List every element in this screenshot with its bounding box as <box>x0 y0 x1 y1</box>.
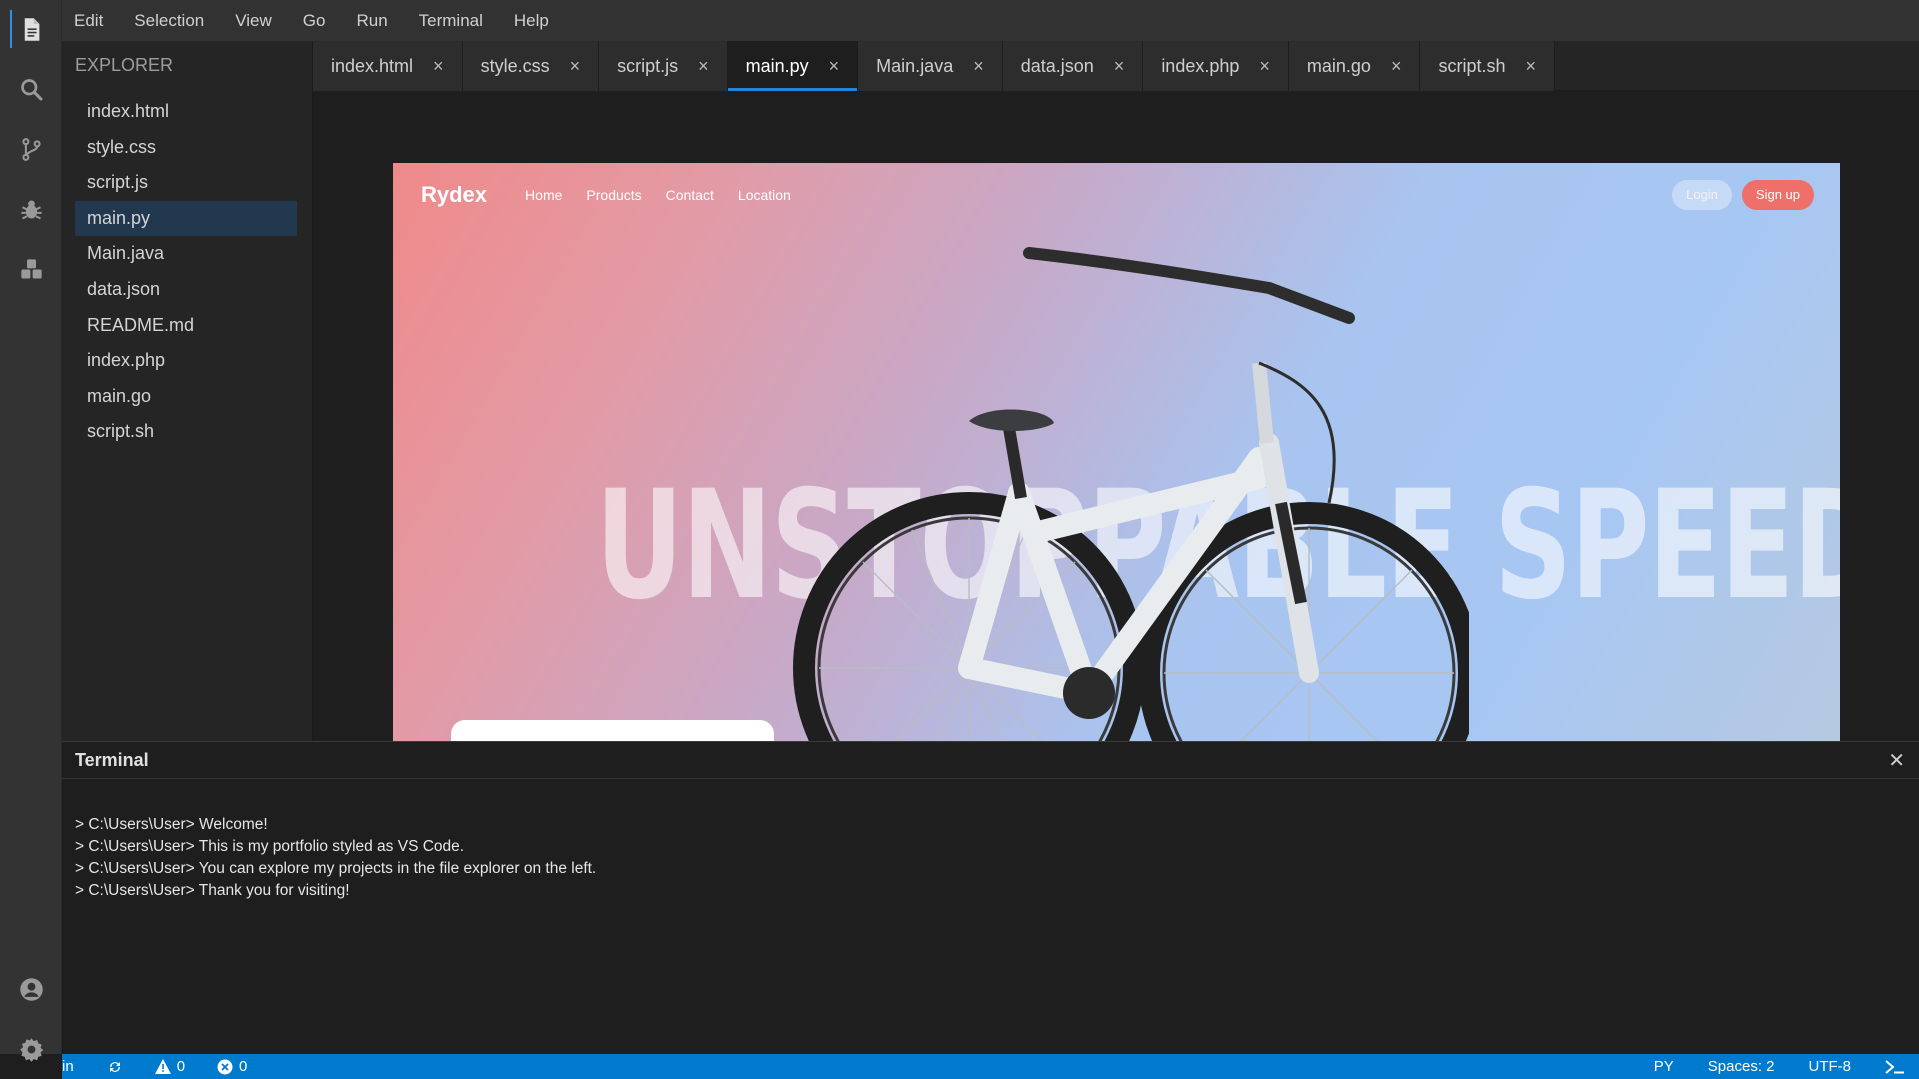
tab-data-json[interactable]: data.json × <box>1002 41 1144 91</box>
indentation-setting[interactable]: Spaces: 2 <box>1708 1058 1775 1075</box>
close-icon[interactable]: × <box>433 56 444 77</box>
warnings-count: 0 <box>176 1058 186 1075</box>
menu-bar: Edit Selection View Go Run Terminal Help <box>62 0 1919 41</box>
file-item-script-sh[interactable]: script.sh <box>75 414 297 450</box>
preview-signup-button[interactable]: Sign up <box>1741 180 1814 210</box>
terminal-title: Terminal <box>75 750 149 770</box>
terminal-line: > C:\Users\User> Thank you for visiting! <box>75 882 350 899</box>
file-item-script-js[interactable]: script.js <box>75 165 297 201</box>
tab-label: index.php <box>1161 55 1240 76</box>
encoding-setting[interactable]: UTF-8 <box>1809 1058 1852 1075</box>
preview-nav-products[interactable]: Products <box>586 187 641 203</box>
preview-card <box>451 720 774 741</box>
file-item-readme-md[interactable]: README.md <box>75 308 297 344</box>
errors-count: 0 <box>239 1058 248 1075</box>
tab-main-go[interactable]: main.go × <box>1288 41 1421 91</box>
menu-terminal[interactable]: Terminal <box>419 11 483 31</box>
file-item-main-java[interactable]: Main.java <box>75 236 297 272</box>
explorer-title: EXPLORER <box>75 55 174 75</box>
terminal-line: > C:\Users\User> This is my portfolio st… <box>75 838 465 855</box>
language-mode[interactable]: PY <box>1654 1058 1674 1075</box>
sync-icon[interactable] <box>107 1059 123 1075</box>
tab-label: index.html <box>331 55 414 76</box>
tab-label: script.sh <box>1438 55 1506 76</box>
errors-indicator[interactable]: 0 <box>217 1058 247 1075</box>
preview-login-button[interactable]: Login <box>1672 180 1732 210</box>
editor-area: UNSTOPPABLE SPEED Rydex Home Products Co… <box>313 91 1919 741</box>
tab-script-js[interactable]: script.js × <box>599 41 728 91</box>
tab-label: main.py <box>745 55 809 76</box>
close-icon[interactable]: × <box>1391 56 1402 77</box>
debug-icon[interactable] <box>0 186 62 232</box>
branch-label[interactable]: in <box>62 1058 74 1075</box>
file-item-style-css[interactable]: style.css <box>75 130 297 166</box>
tab-label: Main.java <box>876 55 954 76</box>
explorer-sidebar: EXPLORER index.html style.css script.js … <box>62 41 313 741</box>
settings-gear-icon[interactable] <box>0 1026 62 1072</box>
preview-auth-actions: Login Sign up <box>1672 180 1814 210</box>
file-list: index.html style.css script.js main.py M… <box>75 94 297 450</box>
website-preview: UNSTOPPABLE SPEED Rydex Home Products Co… <box>393 163 1840 741</box>
search-icon[interactable] <box>0 66 62 112</box>
menu-help[interactable]: Help <box>514 11 549 31</box>
tab-main-py[interactable]: main.py × <box>727 41 859 91</box>
menu-edit[interactable]: Edit <box>74 11 103 31</box>
file-item-index-html[interactable]: index.html <box>75 94 297 130</box>
menu-go[interactable]: Go <box>303 11 326 31</box>
preview-nav-home[interactable]: Home <box>525 187 562 203</box>
terminal-output: > C:\Users\User> Welcome! > C:\Users\Use… <box>75 814 596 902</box>
tab-label: script.js <box>617 55 679 76</box>
error-icon <box>217 1059 233 1074</box>
close-icon[interactable]: × <box>698 56 709 77</box>
files-icon[interactable] <box>0 6 62 52</box>
close-icon[interactable]: × <box>1259 56 1270 77</box>
tab-label: main.go <box>1306 55 1371 76</box>
tab-index-html[interactable]: index.html × <box>313 41 463 91</box>
close-icon[interactable]: × <box>829 56 840 77</box>
close-icon[interactable]: ✕ <box>1888 748 1905 773</box>
close-icon[interactable]: × <box>570 56 581 77</box>
menu-selection[interactable]: Selection <box>134 11 204 31</box>
preview-nav-contact[interactable]: Contact <box>666 187 714 203</box>
terminal-panel: Terminal ✕ > C:\Users\User> Welcome! > C… <box>62 741 1919 1054</box>
terminal-prompt-icon[interactable] <box>1885 1059 1905 1074</box>
tab-index-php[interactable]: index.php × <box>1143 41 1289 91</box>
preview-navbar: Rydex Home Products Contact Location Log… <box>421 179 1814 211</box>
extensions-icon[interactable] <box>0 246 62 292</box>
status-right: PY Spaces: 2 UTF-8 <box>1654 1058 1919 1075</box>
terminal-header: Terminal ✕ <box>62 742 1919 779</box>
file-item-main-go[interactable]: main.go <box>75 379 297 415</box>
account-icon[interactable] <box>0 966 62 1012</box>
preview-logo[interactable]: Rydex <box>421 182 487 208</box>
close-icon[interactable]: × <box>1526 56 1537 77</box>
tab-style-css[interactable]: style.css × <box>462 41 600 91</box>
file-item-index-php[interactable]: index.php <box>75 343 297 379</box>
file-item-main-py[interactable]: main.py <box>75 200 297 237</box>
warnings-indicator[interactable]: 0 <box>154 1058 186 1075</box>
status-left: in 0 0 <box>62 1058 247 1075</box>
terminal-line: > C:\Users\User> You can explore my proj… <box>75 860 597 877</box>
preview-nav-location[interactable]: Location <box>738 187 791 203</box>
file-item-data-json[interactable]: data.json <box>75 272 297 308</box>
menu-view[interactable]: View <box>235 11 272 31</box>
tab-label: data.json <box>1020 55 1094 76</box>
menu-run[interactable]: Run <box>356 11 387 31</box>
editor-tabs: index.html × style.css × script.js × main.p… <box>313 41 1919 91</box>
tab-script-sh[interactable]: script.sh × <box>1420 41 1556 91</box>
tab-label: style.css <box>480 55 550 76</box>
bicycle-image <box>793 247 1469 741</box>
source-control-icon[interactable] <box>0 126 62 172</box>
status-bar: in 0 0 PY Spaces: 2 UTF-8 <box>62 1054 1919 1079</box>
activity-bar <box>0 0 62 1062</box>
close-icon[interactable]: × <box>973 56 984 77</box>
tab-main-java[interactable]: Main.java × <box>858 41 1003 91</box>
close-icon[interactable]: × <box>1114 56 1125 77</box>
terminal-line: > C:\Users\User> Welcome! <box>75 816 268 833</box>
warning-icon <box>154 1059 171 1074</box>
